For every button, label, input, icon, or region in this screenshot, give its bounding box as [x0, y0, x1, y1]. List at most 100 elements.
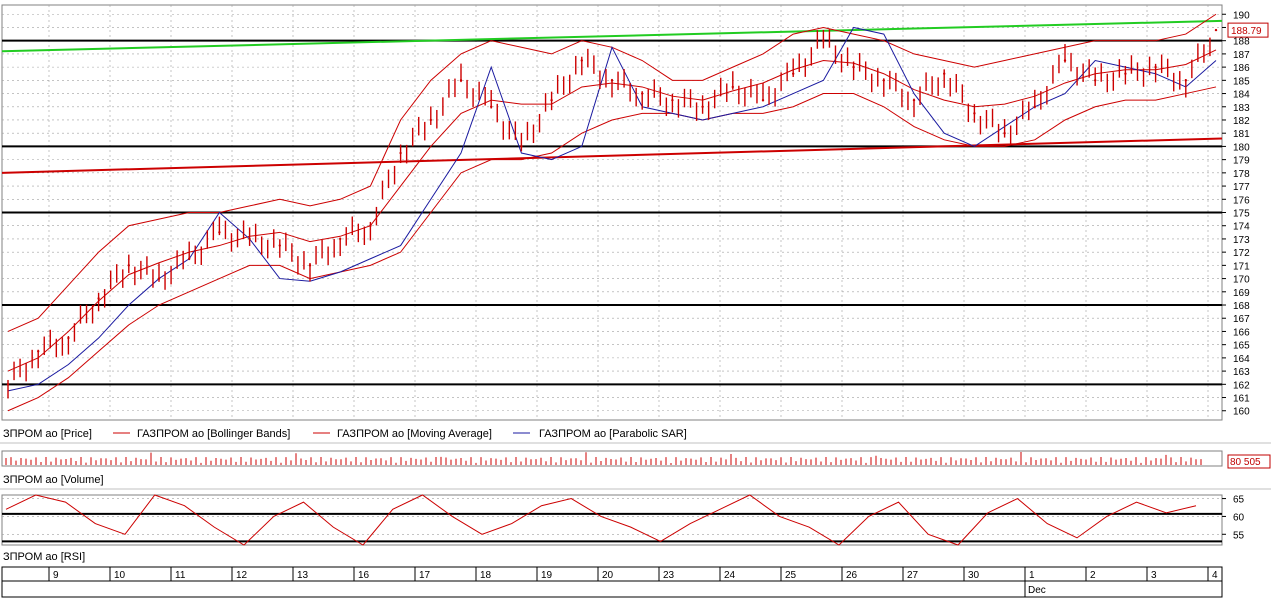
time-axis-day-label: 25: [785, 570, 797, 581]
price-close-point: [67, 336, 70, 340]
rsi-y-tick-label: 60: [1233, 512, 1245, 523]
price-close-point: [520, 145, 523, 148]
price-y-tick-label: 174: [1233, 222, 1250, 233]
price-close-point: [943, 72, 946, 75]
time-axis-day-label: 11: [175, 570, 186, 581]
price-close-point: [761, 98, 765, 102]
price-close-point: [580, 59, 583, 62]
time-axis-day-label: 18: [480, 570, 492, 581]
price-close-point: [1063, 59, 1067, 62]
time-axis-month-label: Dec: [1028, 585, 1046, 596]
chart-canvas: 1601611621631641651661671681691701711721…: [0, 4, 1271, 598]
price-close-point: [97, 297, 100, 300]
price-close-point: [912, 98, 916, 102]
trendline-lower: [1, 137, 1223, 174]
price-y-tick-label: 172: [1233, 248, 1250, 259]
time-axis-day-label: 4: [1212, 570, 1218, 581]
time-axis-day-label: 13: [297, 570, 309, 581]
price-y-tick-label: 167: [1233, 314, 1250, 325]
price-y-tick-label: 178: [1233, 169, 1250, 180]
price-close-point: [973, 112, 976, 115]
rsi-line: [5, 494, 1197, 546]
price-y-tick-label: 185: [1233, 76, 1250, 87]
price-close-point: [641, 92, 644, 95]
price-y-tick-label: 186: [1233, 63, 1250, 74]
price-y-tick-label: 160: [1233, 407, 1250, 418]
last-price-text: 188.79: [1231, 26, 1262, 37]
price-close-point: [188, 257, 191, 260]
price-close-point: [1214, 28, 1218, 32]
price-y-tick-label: 180: [1233, 142, 1250, 153]
time-axis-day-label: 17: [419, 570, 431, 581]
price-close-point: [1094, 79, 1097, 82]
time-axis-day-label: 10: [114, 570, 126, 581]
rsi-y-tick-label: 65: [1233, 495, 1245, 506]
price-y-tick-label: 182: [1233, 116, 1250, 127]
price-close-point: [429, 118, 432, 122]
time-axis-day-label: 27: [907, 570, 919, 581]
time-axis-day-label: 12: [236, 570, 248, 581]
time-axis-day-label: 24: [724, 570, 736, 581]
price-close-point: [278, 244, 281, 247]
price-y-tick-label: 165: [1233, 341, 1250, 352]
price-close-point: [731, 85, 734, 89]
price-close-point: [157, 277, 161, 280]
price-close-point: [6, 383, 10, 386]
time-axis-day-label: 26: [846, 570, 858, 581]
price-close-point: [822, 39, 825, 42]
price-close-point: [459, 79, 463, 82]
legend-ma-label: ГАЗПРОМ ао [Moving Average]: [337, 428, 492, 440]
price-y-tick-label: 183: [1233, 103, 1250, 114]
price-close-point: [369, 224, 372, 227]
time-axis-day-label: 9: [53, 570, 59, 581]
price-close-point: [671, 98, 674, 102]
time-axis-day-label: 20: [602, 570, 614, 581]
price-y-tick-label: 171: [1233, 261, 1250, 272]
legend-bollinger-label: ГАЗПРОМ ао [Bollinger Bands]: [137, 428, 290, 440]
time-axis-day-label: 3: [1151, 570, 1157, 581]
time-axis-day-label: 16: [358, 570, 370, 581]
price-close-point: [399, 151, 402, 155]
price-close-point: [1184, 79, 1188, 82]
price-y-tick-label: 188: [1233, 37, 1250, 48]
price-y-tick-label: 162: [1233, 380, 1250, 391]
time-axis-day-label: 23: [663, 570, 675, 581]
price-y-tick-label: 169: [1233, 288, 1250, 299]
price-y-tick-label: 187: [1233, 50, 1250, 61]
price-y-tick-label: 190: [1233, 10, 1250, 21]
price-y-tick-label: 161: [1233, 394, 1250, 405]
price-y-tick-label: 164: [1233, 354, 1250, 365]
time-axis-day-label: 1: [1029, 570, 1035, 581]
price-close-point: [610, 79, 614, 82]
volume-panel-label: ЗПРОМ ао [Volume]: [3, 474, 104, 486]
time-axis-day-label: 30: [968, 570, 980, 581]
price-close-point: [127, 264, 130, 267]
price-close-point: [852, 65, 855, 69]
price-y-tick-label: 175: [1233, 209, 1250, 220]
rsi-y-tick-label: 55: [1233, 530, 1245, 541]
price-y-tick-label: 179: [1233, 156, 1250, 167]
price-close-point: [1124, 72, 1127, 75]
legend-sar-label: ГАЗПРОМ ао [Parabolic SAR]: [539, 428, 687, 440]
rsi-panel-label: ЗПРОМ ао [RSI]: [3, 551, 85, 563]
price-close-point: [1003, 132, 1006, 135]
time-axis-day-label: 2: [1090, 570, 1096, 581]
price-y-tick-label: 181: [1233, 129, 1250, 140]
price-y-tick-label: 177: [1233, 182, 1250, 193]
price-close-point: [490, 105, 493, 108]
price-close-point: [218, 231, 221, 234]
price-y-tick-label: 166: [1233, 327, 1250, 338]
price-close-point: [550, 98, 553, 102]
price-y-tick-label: 176: [1233, 195, 1250, 206]
legend-price-label: ЗПРОМ ао [Price]: [3, 428, 92, 440]
price-close-point: [1033, 105, 1037, 108]
price-close-point: [308, 264, 312, 267]
price-close-point: [792, 72, 795, 75]
price-close-point: [882, 79, 885, 82]
price-close-point: [248, 237, 251, 241]
price-y-tick-label: 168: [1233, 301, 1250, 312]
price-close-point: [339, 237, 342, 241]
last-volume-text: 80 505: [1230, 457, 1261, 468]
price-y-tick-label: 173: [1233, 235, 1250, 246]
price-close-point: [37, 350, 40, 353]
